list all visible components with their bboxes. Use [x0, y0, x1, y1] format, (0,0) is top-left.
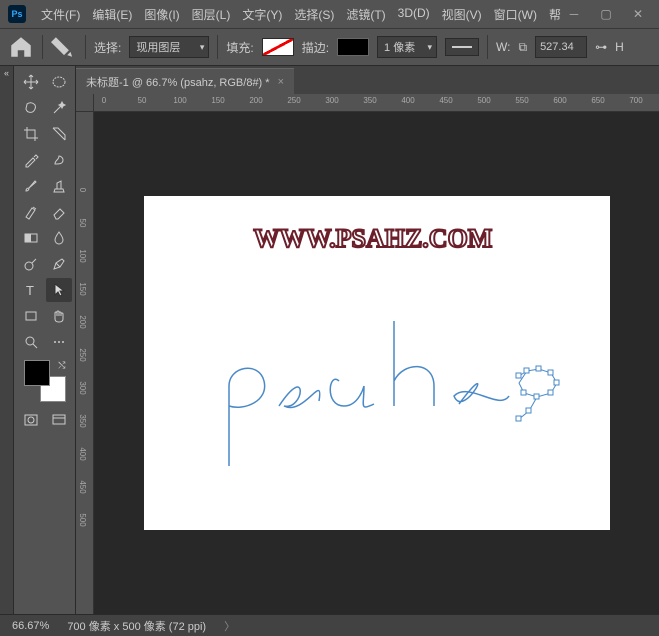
doc-info-arrow-icon[interactable]: 〉 — [224, 618, 235, 634]
zoom-tool[interactable] — [18, 330, 44, 354]
document-area: 未标题-1 @ 66.7% (psahz, RGB/8#) * × 050100… — [76, 66, 659, 614]
pen-tool[interactable] — [46, 252, 72, 276]
tab-close-icon[interactable]: × — [278, 76, 284, 88]
screenmode-tool[interactable] — [46, 408, 72, 432]
quickmask-tool[interactable] — [18, 408, 44, 432]
color-swatches: ⤭ — [24, 360, 66, 402]
app-logo: Ps — [8, 5, 26, 23]
select-dropdown[interactable]: 现用图层 — [129, 36, 209, 58]
stroke-swatch[interactable] — [337, 38, 369, 56]
ruler-vertical[interactable]: 050100150200250300350400450500 — [76, 112, 94, 614]
menu-file[interactable]: 文件(F) — [36, 3, 85, 26]
dodge-tool[interactable] — [18, 252, 44, 276]
blur-tool[interactable] — [46, 226, 72, 250]
history-brush-tool[interactable] — [18, 200, 44, 224]
script-path[interactable] — [209, 311, 589, 491]
edit-toolbar[interactable] — [46, 330, 72, 354]
path-select-tool[interactable] — [46, 278, 72, 302]
zoom-level[interactable]: 66.67% — [12, 620, 49, 632]
width-label: W: — [496, 40, 510, 54]
default-colors-icon[interactable] — [24, 392, 34, 402]
fill-label: 填充: — [226, 39, 253, 56]
menu-layer[interactable]: 图层(L) — [187, 3, 236, 26]
stroke-label: 描边: — [302, 39, 329, 56]
healing-brush-tool[interactable] — [46, 148, 72, 172]
svg-text:T: T — [26, 283, 34, 298]
link-wh-icon[interactable]: ⊶ — [595, 40, 607, 54]
menu-window[interactable]: 窗口(W) — [489, 3, 542, 26]
window-controls: ─ ▢ ✕ — [567, 7, 651, 21]
gradient-tool[interactable] — [18, 226, 44, 250]
rectangle-tool[interactable] — [18, 304, 44, 328]
hand-tool[interactable] — [46, 304, 72, 328]
height-label: H — [615, 40, 624, 54]
clone-stamp-tool[interactable] — [46, 174, 72, 198]
brush-tool[interactable] — [18, 174, 44, 198]
slice-tool[interactable] — [46, 122, 72, 146]
document-tab[interactable]: 未标题-1 @ 66.7% (psahz, RGB/8#) * × — [76, 68, 294, 94]
menu-select[interactable]: 选择(S) — [289, 3, 339, 26]
crop-tool[interactable] — [18, 122, 44, 146]
ellipse-marquee-tool[interactable] — [46, 70, 72, 94]
doc-info[interactable]: 700 像素 x 500 像素 (72 ppi) — [67, 618, 206, 634]
canvas[interactable]: WWW.PSAHZ.COM — [144, 196, 610, 530]
link-icon[interactable]: ⧉ — [518, 40, 527, 55]
menu-type[interactable]: 文字(Y) — [237, 3, 287, 26]
ruler-corner[interactable] — [76, 94, 94, 112]
home-icon[interactable] — [8, 34, 34, 60]
menu-edit[interactable]: 编辑(E) — [87, 3, 137, 26]
lasso-tool[interactable] — [18, 96, 44, 120]
canvas-background[interactable]: WWW.PSAHZ.COM — [94, 112, 659, 614]
close-button[interactable]: ✕ — [631, 7, 645, 21]
menu-3d[interactable]: 3D(D) — [393, 3, 435, 26]
titlebar: Ps 文件(F) 编辑(E) 图像(I) 图层(L) 文字(Y) 选择(S) 滤… — [0, 0, 659, 28]
tab-bar: 未标题-1 @ 66.7% (psahz, RGB/8#) * × — [76, 66, 659, 94]
toolbox: T ⤭ — [14, 66, 76, 614]
menu-filter[interactable]: 滤镜(T) — [341, 3, 390, 26]
collapse-toolbox[interactable]: « — [0, 66, 14, 614]
canvas-viewport: 0501001502002503003504004505005506006507… — [76, 94, 659, 614]
tab-title: 未标题-1 @ 66.7% (psahz, RGB/8#) * — [86, 74, 270, 90]
maximize-button[interactable]: ▢ — [599, 7, 613, 21]
magic-wand-tool[interactable] — [46, 96, 72, 120]
stroke-width-input[interactable]: 1 像素 — [377, 36, 437, 58]
fill-swatch[interactable] — [262, 38, 294, 56]
width-input[interactable] — [535, 36, 587, 58]
ruler-horizontal[interactable]: 0501001502002503003504004505005506006507… — [94, 94, 659, 112]
menu-image[interactable]: 图像(I) — [139, 3, 184, 26]
eyedropper-tool[interactable] — [18, 148, 44, 172]
menu-help[interactable]: 帮 — [544, 3, 566, 26]
minimize-button[interactable]: ─ — [567, 7, 581, 21]
select-label: 选择: — [94, 39, 121, 56]
watermark-text: WWW.PSAHZ.COM — [254, 224, 493, 254]
main-menu: 文件(F) 编辑(E) 图像(I) 图层(L) 文字(Y) 选择(S) 滤镜(T… — [36, 3, 566, 26]
type-tool[interactable]: T — [18, 278, 44, 302]
swap-colors-icon[interactable]: ⤭ — [58, 360, 65, 371]
eraser-tool[interactable] — [46, 200, 72, 224]
stroke-style-dropdown[interactable] — [445, 38, 479, 56]
tool-preset-icon[interactable] — [51, 34, 77, 60]
status-bar: 66.67% 700 像素 x 500 像素 (72 ppi) 〉 — [0, 614, 659, 636]
menu-view[interactable]: 视图(V) — [437, 3, 487, 26]
move-tool[interactable] — [18, 70, 44, 94]
foreground-color[interactable] — [24, 360, 50, 386]
options-bar: 选择: 现用图层 填充: 描边: 1 像素 W: ⧉ ⊶ H — [0, 28, 659, 66]
